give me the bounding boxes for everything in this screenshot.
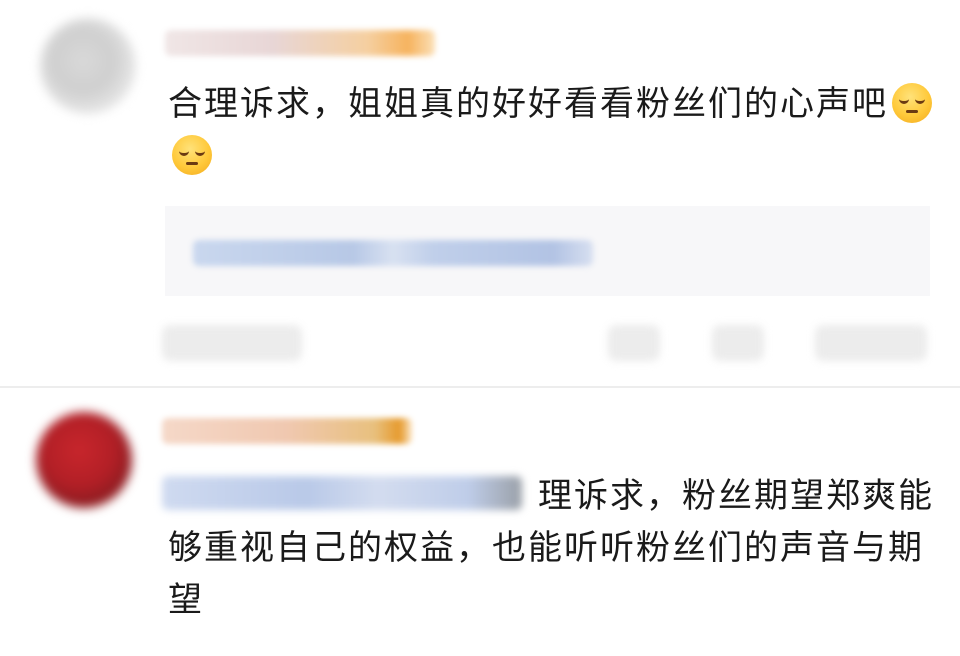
comment-2: 理诉求，粉丝期望郑爽能够重视自己的权益，也能听听粉丝们的声音与期望	[0, 390, 960, 656]
quoted-text-redacted	[193, 240, 593, 266]
avatar[interactable]	[40, 18, 136, 114]
quoted-reply-box[interactable]	[165, 206, 930, 296]
comment-text: 合理诉求，姐姐真的好好看看粉丝们的心声吧	[168, 78, 938, 182]
username-redacted[interactable]	[165, 30, 435, 56]
share-icon[interactable]	[608, 325, 660, 361]
comment-text-content: 合理诉求，姐姐真的好好看看粉丝们的心声吧	[168, 84, 888, 124]
pensive-face-icon	[172, 135, 212, 175]
username-redacted[interactable]	[162, 418, 412, 444]
pensive-face-icon	[892, 83, 932, 123]
like-button[interactable]	[815, 325, 927, 361]
comment-icon[interactable]	[712, 325, 764, 361]
comment-1: 合理诉求，姐姐真的好好看看粉丝们的心声吧	[0, 0, 960, 390]
comment-text: 理诉求，粉丝期望郑爽能够重视自己的权益，也能听听粉丝们的声音与期望	[168, 476, 934, 620]
timestamp-redacted	[162, 325, 302, 361]
divider	[0, 386, 960, 388]
avatar[interactable]	[36, 412, 132, 508]
